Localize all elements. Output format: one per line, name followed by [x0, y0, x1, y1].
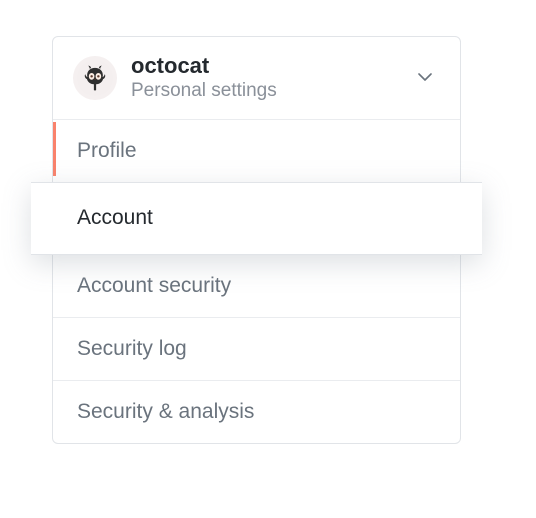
- context-switch-caret[interactable]: [418, 69, 432, 87]
- sidebar-item-label: Security log: [77, 337, 187, 360]
- sidebar-item-label: Security & analysis: [77, 400, 254, 423]
- sidebar-item-security-analysis[interactable]: Security & analysis: [53, 380, 460, 443]
- settings-header[interactable]: octocat Personal settings: [53, 37, 460, 119]
- settings-context-label: Personal settings: [131, 79, 277, 103]
- sidebar-item-account[interactable]: Account: [31, 182, 482, 254]
- sidebar-item-profile[interactable]: Profile: [53, 119, 460, 182]
- sidebar-item-label: Account: [77, 206, 153, 229]
- avatar: [73, 56, 117, 100]
- sidebar-item-label: Profile: [77, 139, 137, 162]
- settings-nav: Profile Account Account security Securit…: [53, 119, 460, 443]
- header-text: octocat Personal settings: [131, 53, 277, 103]
- octocat-icon: [77, 60, 113, 96]
- sidebar-item-account-security[interactable]: Account security: [53, 255, 460, 317]
- caret-down-icon: [418, 73, 432, 82]
- sidebar-item-label: Account security: [77, 274, 231, 297]
- settings-sidebar: octocat Personal settings Profile Accoun…: [52, 36, 461, 444]
- username: octocat: [131, 53, 277, 79]
- sidebar-item-security-log[interactable]: Security log: [53, 317, 460, 380]
